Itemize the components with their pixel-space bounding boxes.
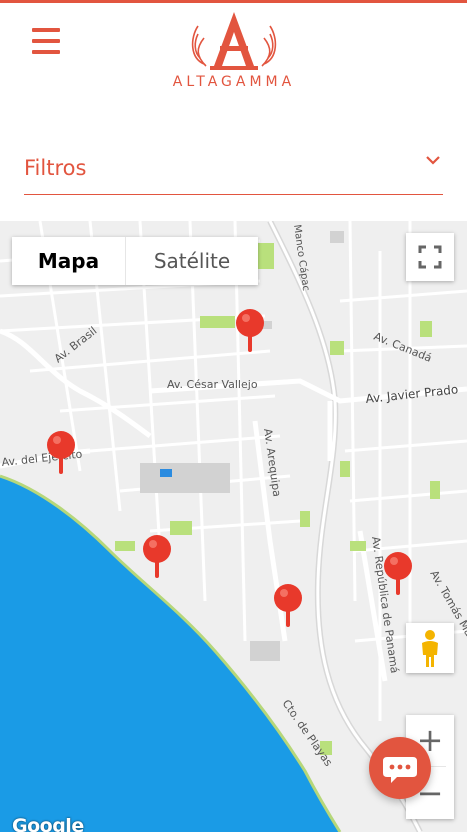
hamburger-icon[interactable] [32,28,60,54]
filters-label: Filtros [24,156,87,180]
pegman-icon [422,630,438,667]
logo-emblem [191,12,277,70]
street-view-pegman[interactable] [406,623,454,673]
location-marker[interactable] [235,308,265,354]
map-type-control: Mapa Satélite [12,237,258,285]
google-attribution[interactable]: Google [12,815,84,832]
location-marker[interactable] [273,583,303,629]
chat-button[interactable] [369,737,431,799]
map-type-satellite-button[interactable]: Satélite [126,237,258,285]
street-label: Av. César Vallejo [167,378,258,391]
filters-dropdown[interactable]: Filtros [24,142,443,195]
fullscreen-button[interactable] [406,233,454,281]
location-marker[interactable] [383,551,413,597]
chevron-down-icon [426,156,440,165]
top-accent-bar [0,0,467,3]
location-marker[interactable] [46,430,76,476]
fullscreen-icon [418,245,442,269]
brand-name: ALTAGAMMA [172,74,296,90]
chat-bubble-icon [383,757,417,783]
street-label: Manco Cápac [291,224,312,292]
map-type-map-button[interactable]: Mapa [12,237,126,285]
location-marker[interactable] [142,534,172,580]
brand-logo[interactable]: ALTAGAMMA [160,8,308,90]
